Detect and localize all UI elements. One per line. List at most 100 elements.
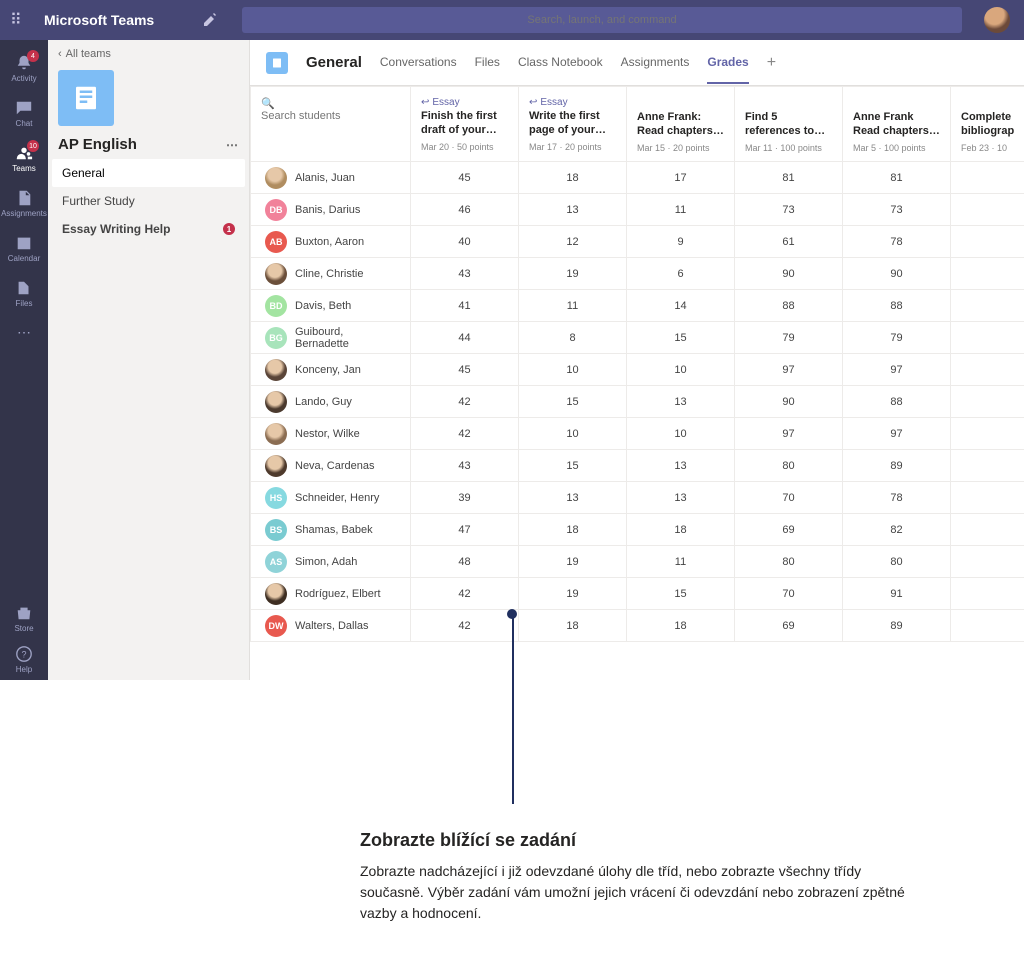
- score-cell[interactable]: [951, 354, 1024, 386]
- score-cell[interactable]: 42: [411, 418, 519, 450]
- score-cell[interactable]: 13: [627, 482, 735, 514]
- score-cell[interactable]: 10: [519, 354, 627, 386]
- score-cell[interactable]: 18: [519, 162, 627, 194]
- score-cell[interactable]: [951, 514, 1024, 546]
- compose-icon[interactable]: [202, 12, 218, 28]
- score-cell[interactable]: 79: [843, 322, 951, 354]
- student-row[interactable]: DBBanis, Darius4613117373: [251, 194, 1024, 226]
- score-cell[interactable]: 70: [735, 578, 843, 610]
- score-cell[interactable]: 17: [627, 162, 735, 194]
- score-cell[interactable]: 97: [843, 354, 951, 386]
- rail-files[interactable]: Files: [0, 271, 48, 316]
- score-cell[interactable]: 15: [627, 322, 735, 354]
- score-cell[interactable]: 18: [519, 514, 627, 546]
- score-cell[interactable]: 40: [411, 226, 519, 258]
- score-cell[interactable]: 90: [735, 386, 843, 418]
- score-cell[interactable]: 14: [627, 290, 735, 322]
- score-cell[interactable]: 88: [843, 386, 951, 418]
- score-cell[interactable]: 43: [411, 450, 519, 482]
- score-cell[interactable]: [951, 226, 1024, 258]
- score-cell[interactable]: 70: [735, 482, 843, 514]
- assignment-header[interactable]: ↩ EssayWrite the first page of your essa…: [519, 87, 627, 162]
- score-cell[interactable]: 13: [627, 386, 735, 418]
- score-cell[interactable]: 48: [411, 546, 519, 578]
- student-search-input[interactable]: [261, 110, 400, 122]
- score-cell[interactable]: 90: [843, 258, 951, 290]
- tab-files[interactable]: Files: [475, 42, 500, 84]
- student-row[interactable]: Nestor, Wilke4210109797: [251, 418, 1024, 450]
- student-row[interactable]: BSShamas, Babek4718186982: [251, 514, 1024, 546]
- score-cell[interactable]: 79: [735, 322, 843, 354]
- score-cell[interactable]: 18: [519, 610, 627, 642]
- score-cell[interactable]: 13: [627, 450, 735, 482]
- score-cell[interactable]: 47: [411, 514, 519, 546]
- grades-grid[interactable]: 🔍↩ EssayFinish the first draft of your e…: [250, 86, 1024, 680]
- score-cell[interactable]: 44: [411, 322, 519, 354]
- score-cell[interactable]: 15: [519, 386, 627, 418]
- student-row[interactable]: ASSimon, Adah4819118080: [251, 546, 1024, 578]
- student-row[interactable]: Neva, Cardenas4315138089: [251, 450, 1024, 482]
- score-cell[interactable]: 12: [519, 226, 627, 258]
- score-cell[interactable]: [951, 418, 1024, 450]
- score-cell[interactable]: [951, 194, 1024, 226]
- back-all-teams[interactable]: ‹ All teams: [58, 48, 239, 60]
- score-cell[interactable]: [951, 290, 1024, 322]
- score-cell[interactable]: 69: [735, 514, 843, 546]
- score-cell[interactable]: 41: [411, 290, 519, 322]
- score-cell[interactable]: 42: [411, 386, 519, 418]
- score-cell[interactable]: 97: [735, 354, 843, 386]
- tab-assignments[interactable]: Assignments: [621, 42, 690, 84]
- student-row[interactable]: HSSchneider, Henry3913137078: [251, 482, 1024, 514]
- score-cell[interactable]: 10: [627, 418, 735, 450]
- student-row[interactable]: Lando, Guy4215139088: [251, 386, 1024, 418]
- search-box[interactable]: [242, 7, 962, 33]
- score-cell[interactable]: 88: [843, 290, 951, 322]
- score-cell[interactable]: 10: [519, 418, 627, 450]
- student-row[interactable]: Rodríguez, Elbert4219157091: [251, 578, 1024, 610]
- score-cell[interactable]: 80: [843, 546, 951, 578]
- score-cell[interactable]: 11: [519, 290, 627, 322]
- student-row[interactable]: Cline, Christie431969090: [251, 258, 1024, 290]
- assignment-header[interactable]: Anne Frank Read chapters 3-9 (page…Mar 5…: [843, 87, 951, 162]
- score-cell[interactable]: 81: [735, 162, 843, 194]
- score-cell[interactable]: 39: [411, 482, 519, 514]
- score-cell[interactable]: 13: [519, 194, 627, 226]
- score-cell[interactable]: [951, 482, 1024, 514]
- score-cell[interactable]: 90: [735, 258, 843, 290]
- score-cell[interactable]: 42: [411, 610, 519, 642]
- score-cell[interactable]: 81: [843, 162, 951, 194]
- score-cell[interactable]: 88: [735, 290, 843, 322]
- assignment-header[interactable]: Complete bibliograpFeb 23 · 10: [951, 87, 1024, 162]
- score-cell[interactable]: 80: [735, 450, 843, 482]
- score-cell[interactable]: 19: [519, 578, 627, 610]
- score-cell[interactable]: 73: [735, 194, 843, 226]
- score-cell[interactable]: 6: [627, 258, 735, 290]
- search-input[interactable]: [242, 14, 962, 26]
- channel-item[interactable]: Further Study: [52, 187, 245, 215]
- assignment-header[interactable]: ↩ EssayFinish the first draft of your es…: [411, 87, 519, 162]
- score-cell[interactable]: [951, 578, 1024, 610]
- score-cell[interactable]: 15: [519, 450, 627, 482]
- score-cell[interactable]: 45: [411, 354, 519, 386]
- score-cell[interactable]: 78: [843, 226, 951, 258]
- score-cell[interactable]: [951, 162, 1024, 194]
- score-cell[interactable]: [951, 386, 1024, 418]
- score-cell[interactable]: 11: [627, 194, 735, 226]
- score-cell[interactable]: 80: [735, 546, 843, 578]
- rail-calendar[interactable]: Calendar: [0, 226, 48, 271]
- channel-item[interactable]: General: [52, 159, 245, 187]
- score-cell[interactable]: 11: [627, 546, 735, 578]
- student-row[interactable]: Alanis, Juan4518178181: [251, 162, 1024, 194]
- score-cell[interactable]: 45: [411, 162, 519, 194]
- score-cell[interactable]: 43: [411, 258, 519, 290]
- waffle-icon[interactable]: ⠿: [10, 10, 38, 30]
- score-cell[interactable]: 13: [519, 482, 627, 514]
- rail-activity[interactable]: Activity 4: [0, 46, 48, 91]
- student-row[interactable]: Konceny, Jan4510109797: [251, 354, 1024, 386]
- rail-teams[interactable]: Teams 10: [0, 136, 48, 181]
- score-cell[interactable]: 18: [627, 514, 735, 546]
- student-row[interactable]: ABBuxton, Aaron401296178: [251, 226, 1024, 258]
- assignment-header[interactable]: Anne Frank: Read chapters 10-17Mar 15 · …: [627, 87, 735, 162]
- student-row[interactable]: BDDavis, Beth4111148888: [251, 290, 1024, 322]
- score-cell[interactable]: 89: [843, 610, 951, 642]
